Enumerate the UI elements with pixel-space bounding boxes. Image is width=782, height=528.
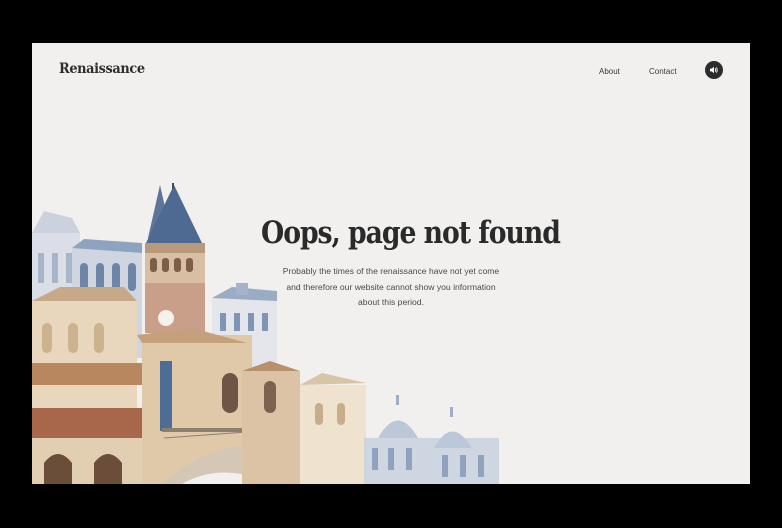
page-frame: Renaissance About Contact Oops, page not… [32,43,750,484]
description-line: and therefore our website cannot show yo… [286,281,496,292]
domes [364,395,499,484]
description-line: Probably the times of the renaissance ha… [282,266,500,276]
error-description: Probably the times of the renaissance ha… [276,264,506,311]
error-heading: Oops, page not found [261,215,561,251]
tower [145,183,205,333]
building-right-warm [242,361,366,484]
description-line: about this period. [358,297,424,307]
